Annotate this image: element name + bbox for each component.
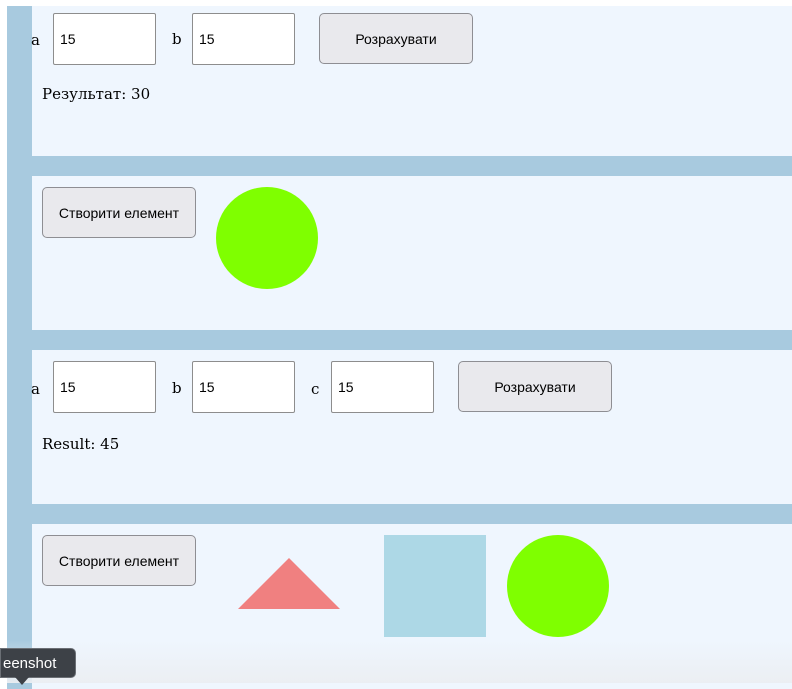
input-a[interactable]	[53, 361, 156, 413]
calculate-button[interactable]: Розрахувати	[458, 361, 612, 412]
result-text: Result: 45	[42, 435, 120, 453]
lightblue-square-shape	[384, 535, 486, 637]
bottom-toolbar-fade	[7, 640, 792, 683]
page-frame: a b Розрахувати Результат: 30 Створити е…	[7, 6, 792, 689]
label-a: a	[31, 380, 40, 398]
create-element-button[interactable]: Створити елемент	[42, 535, 196, 586]
green-circle-shape	[507, 535, 609, 637]
input-b[interactable]	[192, 13, 295, 65]
sum-three-panel: a b c Розрахувати Result: 45	[31, 350, 792, 504]
input-b[interactable]	[192, 361, 295, 413]
calculate-button[interactable]: Розрахувати	[319, 13, 473, 64]
sum-two-panel: a b Розрахувати Результат: 30	[31, 6, 792, 156]
label-a: a	[31, 31, 40, 49]
label-c: c	[311, 380, 320, 398]
input-a[interactable]	[53, 13, 156, 65]
screenshot-tooltip: eenshot	[0, 648, 76, 678]
create-element-panel: Створити елемент	[32, 176, 792, 330]
label-b: b	[172, 379, 182, 397]
label-b: b	[172, 30, 182, 48]
result-text: Результат: 30	[42, 85, 151, 103]
tooltip-pointer	[15, 677, 29, 685]
input-c[interactable]	[331, 361, 434, 413]
create-element-button[interactable]: Створити елемент	[42, 187, 196, 238]
red-triangle-shape	[238, 558, 340, 609]
green-circle-shape	[216, 187, 318, 289]
